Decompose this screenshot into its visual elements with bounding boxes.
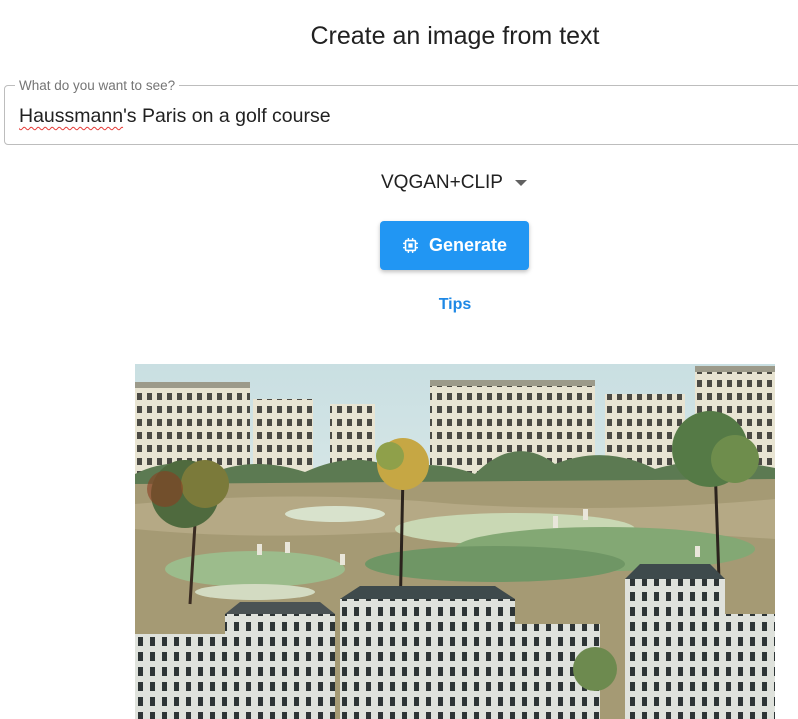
prompt-value-rest: 's Paris on a golf course <box>123 105 331 127</box>
triangle-down-icon <box>514 180 527 186</box>
chip-icon <box>403 238 418 253</box>
model-select[interactable]: VQGAN+CLIP <box>381 170 527 196</box>
prompt-field[interactable]: What do you want to see? Haussmann's Par… <box>4 78 798 145</box>
tips-link[interactable]: Tips <box>0 296 798 314</box>
generate-button[interactable]: Generate <box>380 221 529 270</box>
prompt-input[interactable]: Haussmann's Paris on a golf course <box>19 105 331 128</box>
prompt-label: What do you want to see? <box>15 78 180 93</box>
generate-label: Generate <box>428 235 508 255</box>
model-select-value: VQGAN+CLIP <box>381 172 503 193</box>
generated-image <box>135 364 775 719</box>
page-title: Create an image from text <box>310 22 600 50</box>
prompt-value-misspelled-word: Haussmann <box>19 105 124 127</box>
